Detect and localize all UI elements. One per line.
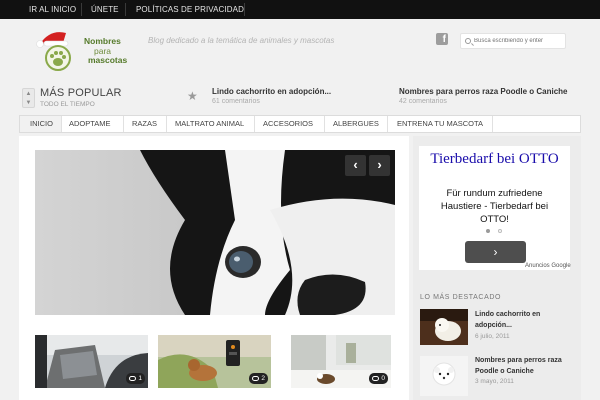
nav-item-adoptame[interactable]: ADOPTAME: [69, 116, 111, 132]
popular-subtitle: TODO EL TIEMPO: [40, 101, 95, 108]
comment-count-badge: 2: [249, 373, 268, 384]
post-thumbnail[interactable]: 2: [158, 335, 271, 388]
nav-divider: [492, 116, 493, 132]
nav-divider: [324, 116, 325, 132]
topbar-divider: [244, 3, 245, 16]
post-thumbnail[interactable]: 0: [291, 335, 391, 388]
sidebar-thumbnail[interactable]: [420, 356, 468, 396]
ad-attribution: Anuncios Google: [525, 263, 571, 269]
search-icon: [465, 38, 471, 44]
comment-icon: [129, 375, 137, 381]
search-box[interactable]: [460, 33, 566, 49]
sidebar-item-date: 3 mayo, 2011: [475, 378, 514, 385]
nav-divider: [166, 116, 167, 132]
ad-page-dot-active[interactable]: [486, 229, 490, 233]
logo-mark: [36, 32, 71, 71]
nav-divider: [387, 116, 388, 132]
post-thumbnail[interactable]: 1: [35, 335, 148, 388]
sidebar-thumbnail[interactable]: [420, 309, 468, 345]
nav-divider: [254, 116, 255, 132]
top-bar: IR AL INICIO ÚNETE POLÍTICAS DE PRIVACID…: [0, 0, 600, 19]
popular-title: MÁS POPULAR: [40, 87, 122, 99]
nav-item-accesorios[interactable]: ACCESORIOS: [263, 116, 313, 132]
comment-count-badge: 0: [369, 373, 388, 384]
nav-item-entrena[interactable]: ENTRENA TU MASCOTA: [397, 116, 483, 132]
sidebar-item-title[interactable]: Nombres para perros raza Poodle o Canich…: [475, 356, 575, 377]
comment-count: 0: [381, 375, 385, 382]
slider-next-button[interactable]: ›: [369, 155, 390, 176]
popular-scroll-arrows[interactable]: ▲ ▼: [22, 88, 35, 108]
ad-next-button[interactable]: ›: [465, 241, 526, 263]
site-logo[interactable]: Nombres para mascotas: [36, 27, 128, 73]
popular-item-comments: 61 comentarios: [212, 98, 260, 105]
facebook-icon[interactable]: f: [436, 33, 448, 45]
ad-headline[interactable]: Tierbedarf bei OTTO: [419, 149, 570, 170]
comment-count: 2: [261, 375, 265, 382]
nav-item-razas[interactable]: RAZAS: [132, 116, 157, 132]
sidebar-heading: LO MÁS DESTACADO: [420, 294, 502, 301]
nav-divider: [61, 116, 62, 132]
main-nav: INICIO ADOPTAME RAZAS MALTRATO ANIMAL AC…: [19, 115, 581, 133]
slider-prev-button[interactable]: ‹: [345, 155, 366, 176]
popular-item-comments: 42 comentarios: [399, 98, 447, 105]
sidebar-item-title[interactable]: Lindo cachorrito en adopción...: [475, 310, 575, 331]
slider-image: [35, 150, 395, 315]
comment-icon: [252, 375, 260, 381]
search-input[interactable]: [474, 35, 564, 47]
sidebar-thumbnail-image: [420, 356, 468, 396]
nav-item-maltrato-animal[interactable]: MALTRATO ANIMAL: [175, 116, 244, 132]
popular-item-title[interactable]: Lindo cachorrito en adopción...: [212, 87, 331, 96]
nav-divider: [123, 116, 124, 132]
chevron-down-icon[interactable]: ▼: [23, 99, 34, 107]
logo-word-3: mascotas: [88, 55, 128, 65]
comment-count: 1: [138, 375, 142, 382]
comment-count-badge: 1: [126, 373, 145, 384]
chevron-up-icon[interactable]: ▲: [23, 90, 34, 98]
comment-icon: [372, 375, 380, 381]
featured-slider[interactable]: [35, 150, 395, 315]
nav-item-albergues[interactable]: ALBERGUES: [333, 116, 379, 132]
star-icon: ★: [187, 89, 198, 103]
ad-page-dot[interactable]: [498, 229, 502, 233]
topbar-link-privacy[interactable]: POLÍTICAS DE PRIVACIDAD: [136, 0, 244, 19]
ad-body: Für rundum zufriedene Haustiere - Tierbe…: [440, 188, 549, 225]
topbar-divider: [125, 3, 126, 16]
site-tagline: Blog dedicado a la temática de animales …: [148, 36, 335, 45]
popular-item-title[interactable]: Nombres para perros raza Poodle o Canich…: [399, 87, 568, 96]
nav-item-inicio[interactable]: INICIO: [20, 116, 61, 132]
logo-word-1: Nombres: [84, 36, 121, 46]
topbar-divider: [81, 3, 82, 16]
topbar-link-home[interactable]: IR AL INICIO: [29, 0, 76, 19]
sidebar-thumbnail-image: [420, 309, 468, 345]
topbar-link-join[interactable]: ÚNETE: [91, 0, 119, 19]
sidebar-item-date: 6 julio, 2011: [475, 333, 510, 340]
